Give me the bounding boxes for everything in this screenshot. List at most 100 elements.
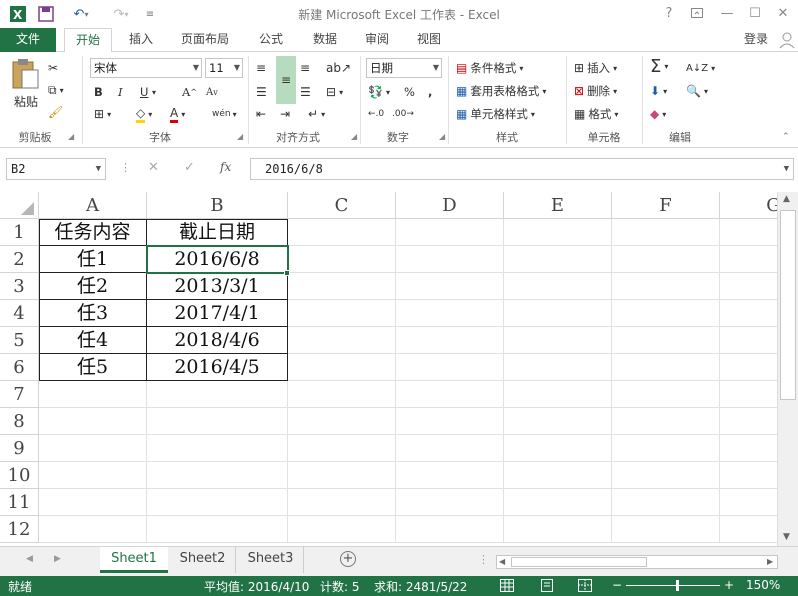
table-cell[interactable]: 任4: [39, 327, 147, 354]
fill-color-icon[interactable]: ◇ ▾: [136, 104, 152, 124]
find-select-icon[interactable]: 🔍 ▾: [686, 81, 708, 101]
zoom-in-icon[interactable]: +: [724, 578, 734, 592]
empty-cell[interactable]: [396, 408, 504, 435]
bold-button[interactable]: B: [94, 82, 103, 102]
table-cell[interactable]: 2013/3/1: [147, 273, 288, 300]
delete-cells-button[interactable]: ⊠ 删除 ▾: [574, 81, 617, 101]
empty-cell[interactable]: [288, 516, 396, 543]
wrap-text-icon[interactable]: ↵ ▾: [308, 104, 325, 124]
empty-cell[interactable]: [504, 246, 612, 273]
empty-cell[interactable]: [612, 327, 720, 354]
empty-cell[interactable]: [288, 273, 396, 300]
row-header[interactable]: 2: [0, 246, 39, 273]
scroll-down-icon[interactable]: ▼: [783, 532, 790, 542]
minimize-icon[interactable]: —: [714, 2, 740, 24]
empty-cell[interactable]: [504, 219, 612, 246]
table-cell[interactable]: 2017/4/1: [147, 300, 288, 327]
empty-cell[interactable]: [504, 381, 612, 408]
empty-cell[interactable]: [504, 516, 612, 543]
empty-cell[interactable]: [396, 300, 504, 327]
zoom-out-icon[interactable]: −: [612, 578, 622, 592]
empty-cell[interactable]: [396, 516, 504, 543]
merge-center-icon[interactable]: ⊟ ▾: [326, 82, 343, 102]
empty-cell[interactable]: [396, 354, 504, 381]
empty-cell[interactable]: [504, 300, 612, 327]
collapse-ribbon-icon[interactable]: ⌃: [782, 132, 790, 142]
empty-cell[interactable]: [612, 489, 720, 516]
help-button[interactable]: ?: [656, 2, 682, 24]
add-sheet-icon[interactable]: +: [340, 551, 356, 567]
normal-view-icon[interactable]: [500, 579, 514, 595]
sign-in-link[interactable]: 登录: [738, 28, 774, 52]
format-painter-icon[interactable]: 🖌: [48, 102, 63, 122]
cell-styles-button[interactable]: ▦ 单元格样式 ▾: [456, 104, 535, 124]
row-header[interactable]: 12: [0, 516, 39, 543]
row-header[interactable]: 11: [0, 489, 39, 516]
align-middle-icon[interactable]: ≡: [276, 56, 296, 104]
close-icon[interactable]: ✕: [770, 2, 796, 24]
zoom-slider-track[interactable]: [626, 585, 720, 586]
row-header[interactable]: 7: [0, 381, 39, 408]
format-cells-button[interactable]: ▦ 格式 ▾: [574, 104, 618, 124]
empty-cell[interactable]: [504, 273, 612, 300]
tab-view[interactable]: 视图: [408, 28, 450, 52]
align-top-icon[interactable]: ≡: [256, 58, 266, 78]
percent-button[interactable]: %: [404, 82, 415, 102]
row-header[interactable]: 8: [0, 408, 39, 435]
select-all-button[interactable]: [0, 192, 39, 219]
sheet-tab-sheet2[interactable]: Sheet2: [170, 547, 236, 573]
scroll-left-icon[interactable]: ◀: [499, 556, 505, 568]
tab-page-layout[interactable]: 页面布局: [172, 28, 238, 52]
empty-cell[interactable]: [612, 381, 720, 408]
scrollbar-thumb[interactable]: [780, 210, 796, 400]
vertical-scrollbar[interactable]: ▲ ▼: [777, 192, 798, 546]
cancel-icon[interactable]: ✕: [148, 160, 159, 175]
empty-cell[interactable]: [612, 300, 720, 327]
tab-data[interactable]: 数据: [302, 28, 348, 52]
empty-cell[interactable]: [612, 246, 720, 273]
empty-cell[interactable]: [612, 435, 720, 462]
empty-cell[interactable]: [612, 219, 720, 246]
number-format-select[interactable]: 日期 ▼: [366, 58, 442, 78]
column-header-a[interactable]: A: [39, 192, 147, 219]
empty-cell[interactable]: [288, 489, 396, 516]
empty-cell[interactable]: [147, 408, 288, 435]
empty-cell[interactable]: [504, 462, 612, 489]
scroll-right-icon[interactable]: ▶: [767, 556, 773, 568]
empty-cell[interactable]: [288, 300, 396, 327]
empty-cell[interactable]: [39, 489, 147, 516]
empty-cell[interactable]: [39, 381, 147, 408]
empty-cell[interactable]: [396, 435, 504, 462]
font-color-icon[interactable]: A ▾: [170, 104, 185, 124]
font-name-select[interactable]: 宋体 ▼: [90, 58, 202, 78]
row-header[interactable]: 1: [0, 219, 39, 246]
h-scrollbar-thumb[interactable]: [511, 557, 647, 567]
shrink-font-button[interactable]: Av: [206, 82, 218, 102]
comma-button[interactable]: ,: [428, 82, 432, 102]
increase-indent-icon[interactable]: ⇥: [280, 104, 290, 124]
clear-icon[interactable]: ◆ ▾: [650, 104, 666, 124]
format-as-table-button[interactable]: ▦ 套用表格格式 ▾: [456, 81, 546, 101]
empty-cell[interactable]: [612, 462, 720, 489]
align-left-icon[interactable]: ☰: [256, 82, 267, 102]
sheet-tab-sheet1[interactable]: Sheet1: [100, 547, 168, 573]
column-header-c[interactable]: C: [288, 192, 396, 219]
table-cell[interactable]: 任2: [39, 273, 147, 300]
underline-button[interactable]: U: [140, 82, 148, 102]
page-layout-view-icon[interactable]: [540, 579, 554, 595]
empty-cell[interactable]: [147, 435, 288, 462]
avatar-icon[interactable]: [778, 31, 796, 49]
number-launcher-icon[interactable]: ◢: [439, 132, 445, 141]
formula-bar-options-icon[interactable]: ⋮: [120, 161, 131, 174]
tab-home[interactable]: 开始: [64, 28, 112, 53]
row-header[interactable]: 9: [0, 435, 39, 462]
copy-icon[interactable]: ⧉ ▾: [48, 80, 64, 100]
page-break-view-icon[interactable]: [578, 579, 592, 595]
formula-input[interactable]: 2016/6/8 ▼: [250, 158, 794, 180]
autosum-icon[interactable]: Σ ▾: [650, 56, 668, 77]
table-header-cell[interactable]: 任务内容: [39, 219, 147, 246]
empty-cell[interactable]: [288, 408, 396, 435]
italic-button[interactable]: I: [118, 82, 123, 102]
tab-formulas[interactable]: 公式: [248, 28, 294, 52]
borders-icon[interactable]: ⊞ ▾: [94, 104, 111, 124]
